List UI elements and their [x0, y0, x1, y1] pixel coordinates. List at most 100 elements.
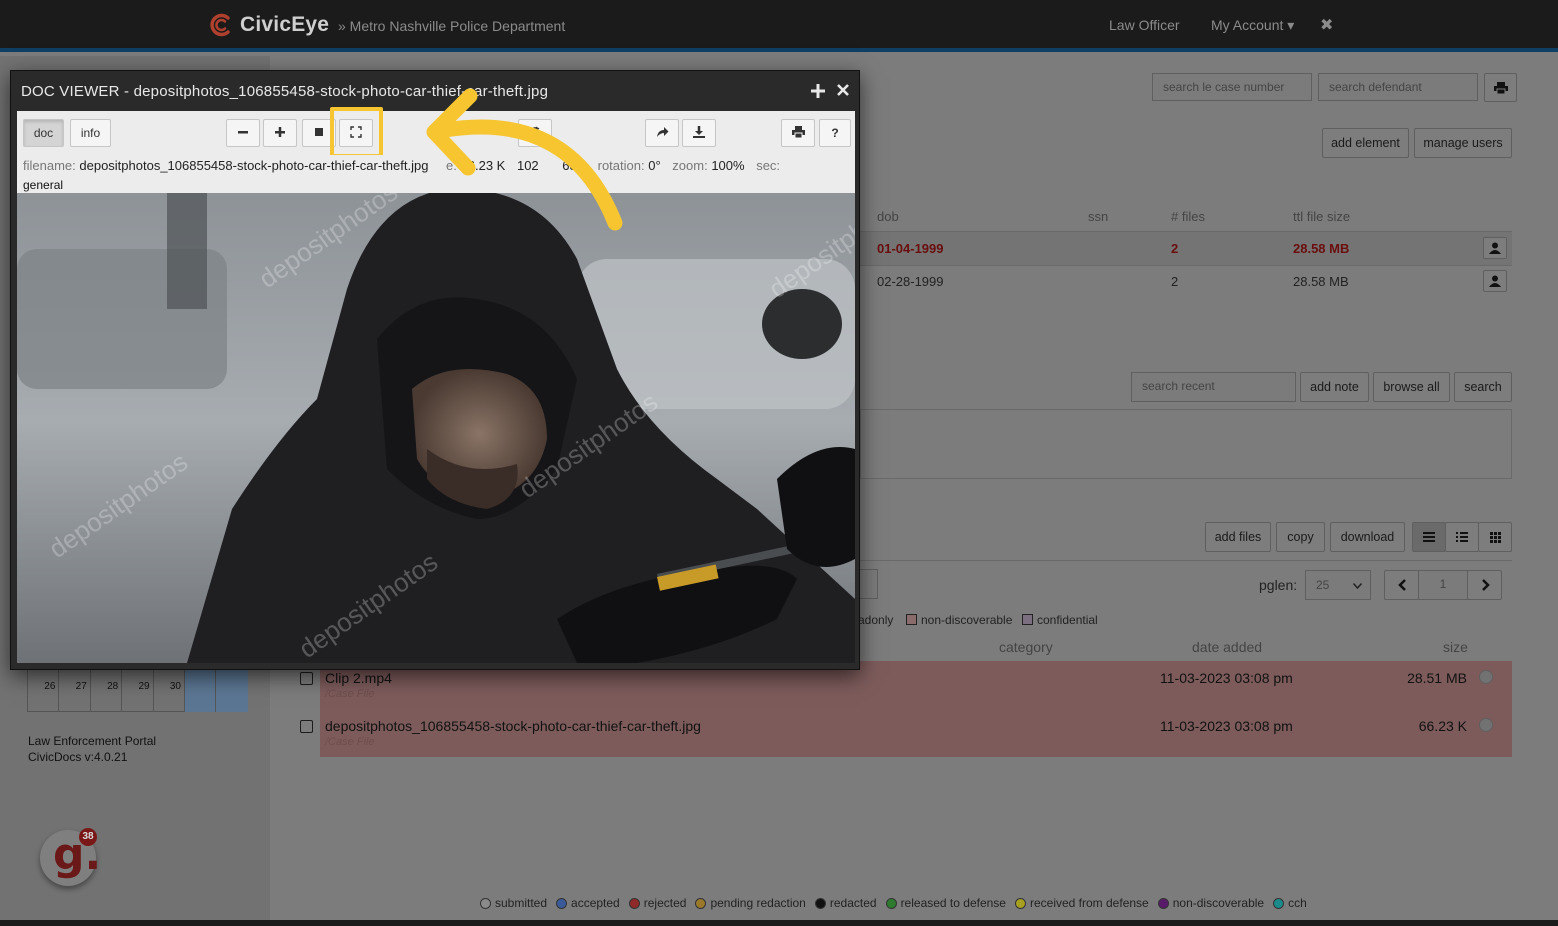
legend-label: released to defense [900, 896, 1006, 910]
document-image[interactable]: depositphotos depositphotos depositphoto… [17, 179, 855, 663]
legend-dot [628, 897, 640, 909]
file-status-indicator[interactable] [1479, 670, 1493, 684]
add-files-button[interactable]: add files [1205, 522, 1271, 552]
defendant-size: 28.58 MB [1293, 241, 1350, 256]
bottom-bar [0, 920, 1558, 926]
calendar-day[interactable]: 26 [28, 669, 60, 712]
file-select-checkbox[interactable] [300, 720, 313, 733]
file-name[interactable]: depositphotos_106855458-stock-photo-car-… [325, 718, 701, 734]
file-select-checkbox[interactable] [300, 672, 313, 685]
defendant-files: 2 [1171, 241, 1179, 256]
notes-search-input[interactable]: search recent [1131, 372, 1296, 402]
view-grid-button[interactable] [1478, 522, 1512, 552]
zoom-out-button[interactable] [226, 119, 260, 147]
civiceye-logo-icon [210, 13, 230, 37]
printer-icon [791, 126, 805, 139]
flag-confidential-label: confidential [1037, 613, 1098, 627]
brand-name: CivicEye [240, 13, 330, 36]
flag-swatch [906, 614, 917, 625]
expand-icon[interactable] [811, 84, 825, 98]
file-name[interactable]: Clip 2.mp4 [325, 670, 392, 686]
defendant-size: 28.58 MB [1293, 274, 1349, 289]
defendant-profile-button[interactable] [1483, 237, 1507, 259]
user-icon [1489, 242, 1501, 254]
page-length-select[interactable]: 25 [1305, 570, 1371, 600]
search-button[interactable]: search [1454, 372, 1512, 402]
browse-all-button[interactable]: browse all [1373, 372, 1450, 402]
user-icon [1489, 275, 1501, 287]
legend-dot [885, 897, 897, 909]
chevron-right-icon [1482, 579, 1490, 591]
calendar-day[interactable]: 27 [59, 669, 91, 712]
next-page-button[interactable] [1467, 570, 1502, 600]
nav-law-officer[interactable]: Law Officer [1109, 17, 1180, 33]
file-size: 66.23 K [1418, 718, 1467, 734]
rotate-icon [530, 126, 540, 137]
calendar-day[interactable]: 28 [91, 669, 123, 712]
legend-label: non-discoverable [1172, 896, 1265, 910]
file-folder: /Case File [325, 688, 375, 700]
col-category: category [999, 639, 1053, 655]
tab-info[interactable]: info [70, 119, 111, 147]
calendar-day[interactable] [185, 669, 217, 712]
defendant-profile-button[interactable] [1483, 270, 1507, 292]
prev-page-button[interactable] [1384, 570, 1419, 600]
manage-users-button[interactable]: manage users [1414, 128, 1512, 158]
calendar-day[interactable] [216, 669, 248, 712]
legend-label: pending redaction [710, 896, 806, 910]
table-row[interactable] [860, 232, 1512, 265]
defendant-search-input[interactable]: search defendant [1318, 73, 1478, 101]
calendar-day[interactable]: 30 [154, 669, 185, 712]
add-note-button[interactable]: add note [1300, 372, 1369, 402]
download-doc-button[interactable] [682, 119, 716, 147]
help-widget-button[interactable]: g. 38 [40, 828, 101, 886]
download-icon [693, 126, 705, 138]
flag-readonly-label: adonly [858, 613, 894, 627]
help-button[interactable]: ? [819, 119, 851, 147]
legend-dot [1014, 897, 1026, 909]
filename-label: filename: [23, 158, 76, 173]
zoom-value: 100% [711, 158, 745, 173]
download-button[interactable]: download [1330, 522, 1405, 552]
chevron-left-icon [1398, 579, 1406, 591]
case-number-search-input[interactable]: search le case number [1152, 73, 1312, 101]
grid-icon [1490, 532, 1501, 543]
defendant-dob: 02-28-1999 [877, 274, 944, 289]
tab-doc[interactable]: doc [23, 119, 64, 147]
copy-button[interactable]: copy [1276, 522, 1325, 552]
file-folder: /Case File [325, 736, 375, 748]
view-list-button[interactable] [1412, 522, 1446, 552]
add-element-button[interactable]: add element [1322, 128, 1409, 158]
legend-item: released to defense [885, 896, 1006, 910]
calendar-day[interactable]: 29 [122, 669, 154, 712]
close-icon[interactable] [837, 84, 849, 96]
brand[interactable]: CivicEye [208, 12, 329, 38]
status-legend: submitted accepted rejected pending reda… [480, 896, 1307, 910]
nav-my-account[interactable]: My Account ▾ [1211, 17, 1294, 34]
filename-value: depositphotos_106855458-stock-photo-car-… [79, 158, 429, 173]
close-icon[interactable]: ✖ [1320, 15, 1333, 35]
table-row[interactable]: depositphotos_106855458-stock-photo-car-… [320, 709, 1512, 757]
dimensions-value: 102 [516, 158, 539, 173]
print-doc-button[interactable] [781, 119, 815, 147]
col-dob: dob [877, 209, 899, 224]
print-button[interactable] [1484, 73, 1517, 102]
plus-icon [275, 127, 285, 137]
legend-item: accepted [556, 896, 620, 910]
col-date-added: date added [1192, 639, 1263, 655]
rotate-button[interactable] [518, 119, 552, 147]
pglen-label: pglen: [1259, 577, 1298, 593]
flag-swatch [1022, 614, 1033, 625]
col-files: # files [1171, 209, 1205, 224]
page-number-input[interactable]: 1 [1418, 570, 1468, 600]
share-button[interactable] [645, 119, 679, 147]
portal-name: Law Enforcement Portal [28, 734, 157, 748]
zoom-in-button[interactable] [263, 119, 297, 147]
detail-list-icon [1456, 532, 1468, 542]
security-value: general [17, 179, 855, 193]
legend-dot [695, 897, 707, 909]
view-detail-button[interactable] [1445, 522, 1479, 552]
file-status-indicator[interactable] [1479, 718, 1493, 732]
legend-item: pending redaction [695, 896, 806, 910]
doc-viewer-title: DOC VIEWER - depositphotos_106855458-sto… [21, 83, 549, 100]
